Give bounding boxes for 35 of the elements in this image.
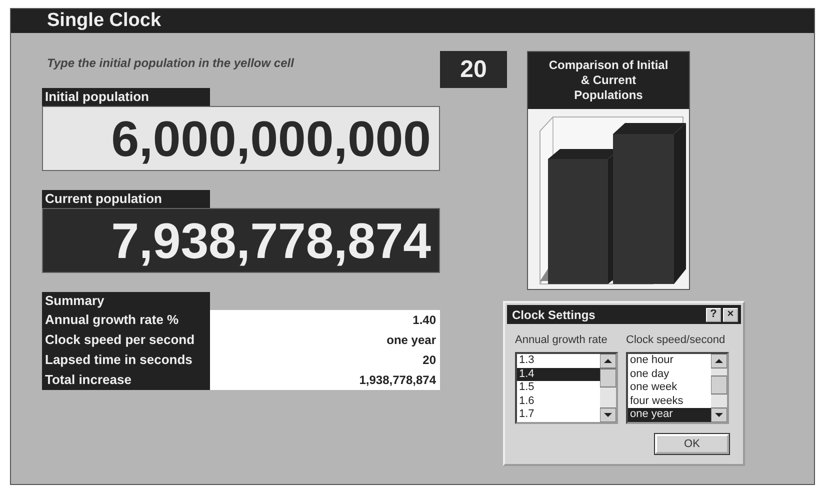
current-population-display: 7,938,778,874 xyxy=(42,208,440,273)
help-button[interactable]: ? xyxy=(706,308,721,322)
initial-population-field[interactable]: 6,000,000,000 xyxy=(42,106,440,171)
scrollbar[interactable] xyxy=(711,354,727,422)
list-item[interactable]: one hour xyxy=(628,354,711,368)
close-button[interactable]: × xyxy=(723,308,738,322)
dialog-title: Clock Settings xyxy=(512,308,596,322)
list-item[interactable]: 1.5 xyxy=(517,381,600,395)
list-item[interactable]: four weeks xyxy=(628,394,711,408)
window-title: Single Clock xyxy=(47,10,162,32)
list-item[interactable]: 1.3 xyxy=(517,354,600,368)
ok-button[interactable]: OK xyxy=(655,434,729,454)
instruction-text: Type the initial population in the yellow cell xyxy=(47,56,294,70)
list-item[interactable]: one year xyxy=(628,408,711,422)
summary-label: Total increase xyxy=(42,370,210,390)
summary-value: 20 xyxy=(210,350,440,370)
field-label: Current population xyxy=(42,190,210,208)
summary-value: 1.40 xyxy=(210,310,440,330)
list-item[interactable]: one day xyxy=(628,368,711,382)
list-label: Clock speed/second xyxy=(626,334,726,346)
scrollbar[interactable] xyxy=(600,354,616,422)
summary-label: Clock speed per second xyxy=(42,330,210,350)
elapsed-seconds-display: 20 xyxy=(440,51,507,88)
summary-value: one year xyxy=(210,330,440,350)
summary-title: Summary xyxy=(42,292,210,310)
list-item[interactable]: 1.4 xyxy=(517,368,600,382)
summary-label: Annual growth rate % xyxy=(42,310,210,330)
list-item[interactable]: one week xyxy=(628,381,711,395)
field-label: Initial population xyxy=(42,88,210,106)
list-item[interactable]: 1.6 xyxy=(517,394,600,408)
list-label: Annual growth rate xyxy=(515,334,608,346)
summary-label: Lapsed time in seconds xyxy=(42,350,210,370)
summary-value: 1,938,778,874 xyxy=(210,370,440,390)
list-item[interactable]: 1.7 xyxy=(517,408,600,422)
chart-title: Comparison of Initial & Current Populations xyxy=(528,52,689,109)
